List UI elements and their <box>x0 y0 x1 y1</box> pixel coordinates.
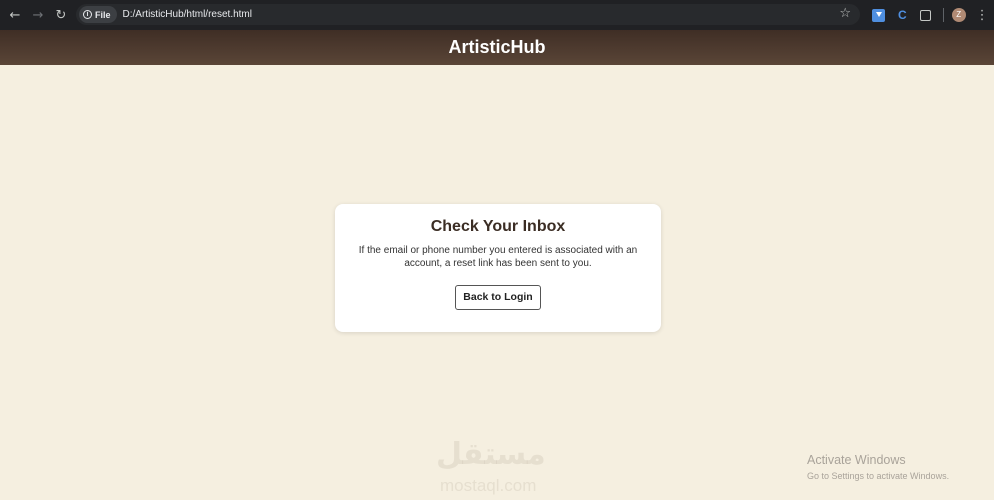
card-message: If the email or phone number you entered… <box>358 245 638 269</box>
forward-arrow-icon[interactable]: → <box>30 7 46 23</box>
site-header: ArtisticHub <box>0 30 994 65</box>
extensions-area: C Z ⋮ <box>868 6 989 24</box>
watermark-latin: mostaql.com <box>440 476 537 495</box>
c-extension-icon[interactable]: C <box>898 8 907 22</box>
url-text[interactable]: D:/ArtisticHub/html/reset.html <box>123 9 252 20</box>
toolbar-divider <box>942 8 944 22</box>
extensions-puzzle-icon[interactable] <box>919 9 931 21</box>
card-title: Check Your Inbox <box>430 218 566 235</box>
chip-label: File <box>95 9 111 20</box>
inbox-card: Check Your Inbox If the email or phone n… <box>335 204 661 332</box>
watermark-arabic: مستقل <box>436 437 546 472</box>
activate-windows-notice: Activate Windows Go to Settings to activ… <box>807 453 949 481</box>
address-bar[interactable]: i File D:/ArtisticHub/html/reset.html ☆ <box>76 4 860 25</box>
back-to-login-button[interactable]: Back to Login <box>455 285 541 310</box>
site-title: ArtisticHub <box>448 37 546 57</box>
browser-toolbar: ← → ↻ i File D:/ArtisticHub/html/reset.h… <box>0 0 994 30</box>
activate-subtitle: Go to Settings to activate Windows. <box>807 471 950 481</box>
site-info-chip[interactable]: i File <box>79 6 117 23</box>
profile-avatar[interactable]: Z <box>951 8 966 22</box>
bookmark-star-icon[interactable]: ☆ <box>839 6 851 21</box>
reload-icon[interactable]: ↻ <box>53 7 69 23</box>
kebab-menu-icon[interactable]: ⋮ <box>976 8 989 23</box>
activate-title: Activate Windows <box>807 453 906 467</box>
back-arrow-icon[interactable]: ← <box>7 7 23 23</box>
download-extension-icon[interactable] <box>872 8 885 22</box>
info-icon: i <box>83 10 92 19</box>
